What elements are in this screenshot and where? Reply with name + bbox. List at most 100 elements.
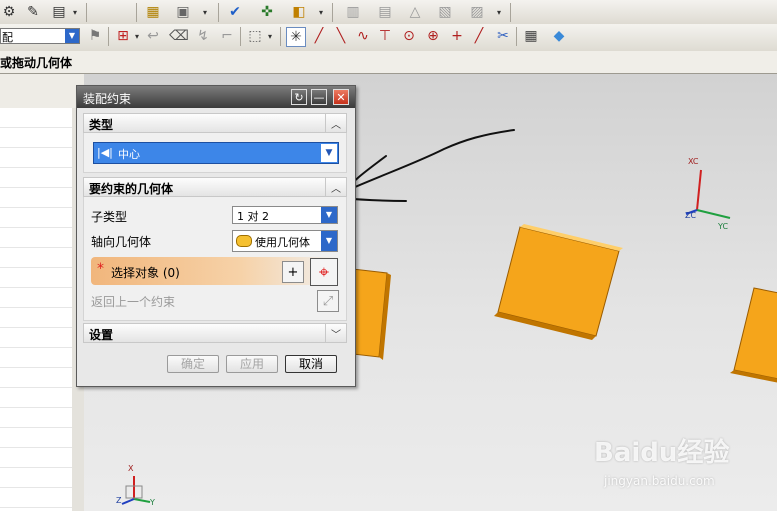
list-item[interactable] [0,408,72,428]
circle-icon[interactable]: ⊙ [400,27,418,45]
list-item[interactable] [0,128,72,148]
dialog-title-bar[interactable]: 装配约束 ↻ — ✕ [77,86,355,108]
list-item[interactable] [0,468,72,488]
list-item[interactable] [0,388,72,408]
matrix-icon[interactable]: ▦ [522,27,540,45]
toolbar-separator [240,27,241,46]
sketch-icon[interactable]: ▨ [468,3,486,21]
filter-icon[interactable]: ⚑ [86,27,104,45]
list-item[interactable] [0,368,72,388]
sheet-icon[interactable]: ▤ [376,3,394,21]
snap-icon[interactable]: ⌐ [218,27,236,45]
chevron-down-icon[interactable]: ▾ [200,3,210,21]
select-box-icon[interactable]: ⊞ [114,27,132,45]
ok-button[interactable]: 确定 [167,355,219,373]
line-end-icon[interactable]: ╱ [470,27,488,45]
chevron-down-icon[interactable]: ▾ [133,27,141,45]
assembly-icon[interactable]: ⚙ [0,3,18,21]
subtype-label: 子类型 [91,210,128,224]
block-3[interactable] [730,287,777,388]
intersection-icon[interactable]: ⊤ [376,27,394,45]
chevron-down-icon[interactable]: ▼ [321,207,337,223]
document-icon[interactable]: ▦ [144,3,162,21]
component-icon[interactable]: ▤ [50,3,68,21]
axial-geometry-select[interactable]: 使用几何体 ▼ [232,230,338,252]
wcs-triad-bottom [121,476,151,505]
list-item[interactable] [0,288,72,308]
line-icon[interactable]: ╱ [310,27,328,45]
toolbar-separator [516,27,517,46]
eraser-icon[interactable]: ⌫ [169,27,189,45]
list-item[interactable] [0,148,72,168]
layer-icon[interactable]: ▥ [344,3,362,21]
list-item[interactable] [0,348,72,368]
list-item[interactable] [0,328,72,348]
close-icon[interactable]: ✕ [333,89,349,105]
assembly-combo[interactable]: 配 ▼ [0,28,80,44]
component-icon[interactable]: ✎ [24,3,42,21]
apply-button[interactable]: 应用 [226,355,278,373]
cut-icon[interactable]: ✂ [494,27,512,45]
reset-icon[interactable]: ↻ [291,89,307,105]
list-item[interactable] [0,188,72,208]
list-item[interactable] [0,248,72,268]
snap-icon[interactable]: ↯ [194,27,212,45]
toolbar-separator [136,3,137,22]
chevron-down-icon[interactable]: ▾ [70,3,80,21]
chevron-down-icon[interactable]: ▼ [321,231,337,251]
quadrant-icon[interactable]: ⊕ [424,27,442,45]
list-item[interactable] [0,488,72,508]
chevron-down-icon[interactable]: ▾ [316,3,326,21]
chevron-down-icon[interactable]: ▾ [494,3,504,21]
select-object-label: 选择对象 (0) [111,266,180,280]
navigator-list[interactable] [0,108,73,511]
subtype-select[interactable]: 1 对 2 ▼ [232,206,338,224]
curve-icon[interactable]: ∿ [354,27,372,45]
settings-section-header[interactable]: 设置 ﹀ [83,323,347,343]
list-item[interactable] [0,268,72,288]
geometry-section-label: 要约束的几何体 [89,182,174,196]
move-icon[interactable]: ✜ [258,3,276,21]
paste-icon[interactable]: ▧ [436,3,454,21]
chevron-down-icon[interactable]: ▾ [266,27,274,45]
grid-select-icon[interactable]: ⬚ [246,27,264,45]
cancel-button[interactable]: 取消 [285,355,337,373]
plus-icon[interactable]: + [448,27,466,45]
type-section-label: 类型 [89,118,114,132]
point-snap-icon[interactable]: ✳ [286,27,306,47]
axis-label-x: X [128,464,134,473]
type-section-header[interactable]: 类型 ︿ [83,113,347,133]
list-item[interactable] [0,228,72,248]
back-constraint-button[interactable]: ⤢ [317,290,339,312]
chevron-up-icon[interactable]: ︿ [325,178,346,196]
geometry-section-header[interactable]: 要约束的几何体 ︿ [83,177,347,197]
reposition-icon[interactable]: ◧ [290,3,308,21]
cube-icon[interactable]: ◆ [550,27,568,45]
block-2[interactable] [494,224,623,340]
clipboard-icon[interactable]: ▣ [174,3,192,21]
undo-icon[interactable]: ↩ [144,27,162,45]
list-item[interactable] [0,108,72,128]
triangle-icon[interactable]: △ [406,3,424,21]
chevron-down-icon[interactable]: ▼ [65,29,79,43]
chevron-down-icon[interactable]: ﹀ [325,324,346,342]
chevron-down-icon[interactable]: ▼ [321,144,337,162]
list-item[interactable] [0,308,72,328]
select-target-button[interactable]: ⌖ [310,258,338,286]
list-item[interactable] [0,208,72,228]
list-item[interactable] [0,428,72,448]
settings-section-label: 设置 [89,328,114,342]
axial-geometry-label: 轴向几何体 [91,235,152,249]
list-item[interactable] [0,168,72,188]
constraint-icon[interactable]: ✔ [226,3,244,21]
toolbar-separator [108,27,109,46]
chevron-up-icon[interactable]: ︿ [325,114,346,132]
add-selection-button[interactable]: + [282,261,304,283]
baidu-watermark: Baidu经验 jingyan.baidu.com [594,432,744,492]
subtype-value: 1 对 2 [237,210,269,223]
arc-icon[interactable]: ╲ [332,27,350,45]
watermark-brand: Baidu经验 [594,438,730,468]
list-item[interactable] [0,448,72,468]
minimize-icon[interactable]: — [311,89,327,105]
constraint-type-select[interactable]: |◀| 中心 ▼ [93,142,339,164]
